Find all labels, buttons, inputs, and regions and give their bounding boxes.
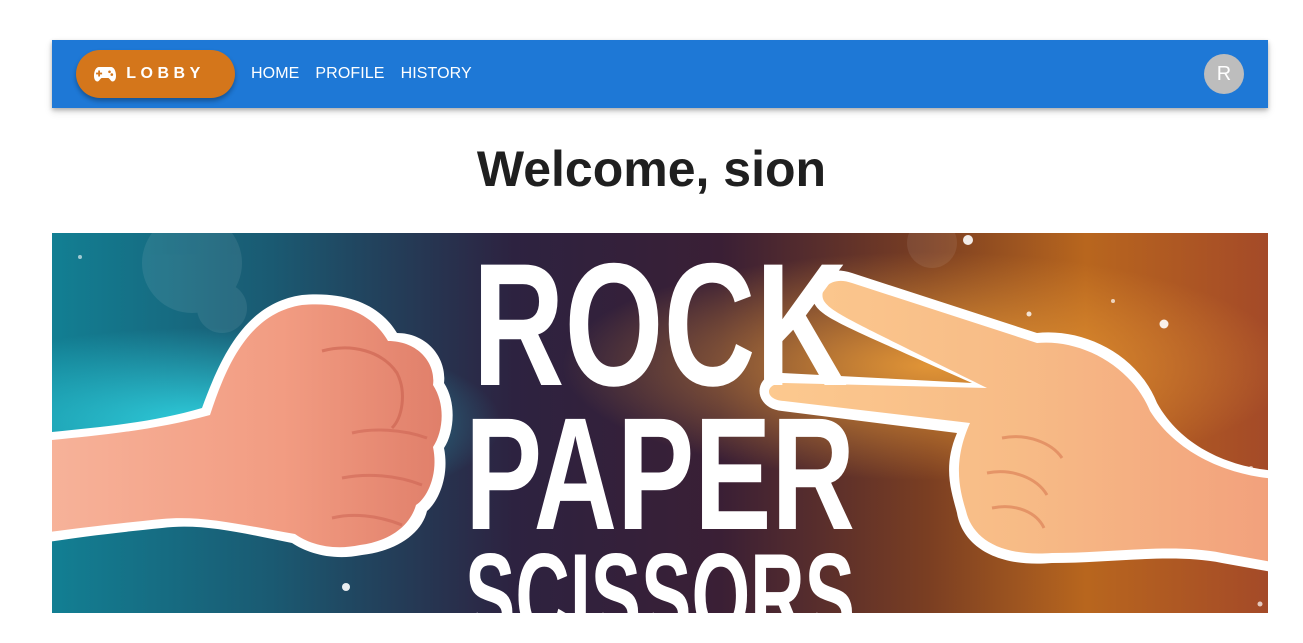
lobby-label: LOBBY (126, 65, 205, 82)
welcome-heading: Welcome, sion (476, 141, 827, 197)
nav-home-link[interactable]: HOME (251, 65, 299, 83)
app-bar: LOBBY HOME PROFILE HISTORY R (52, 40, 1268, 108)
banner-title: ROCK PAPER SCISSORS (465, 233, 855, 613)
banner-illustration: ROCK PAPER SCISSORS (52, 233, 1268, 613)
banner-title-scissors: SCISSORS (465, 529, 855, 613)
nav-history-link[interactable]: HISTORY (401, 65, 472, 83)
user-avatar[interactable]: R (1204, 54, 1244, 94)
nav-profile-link[interactable]: PROFILE (315, 65, 384, 83)
main-nav: HOME PROFILE HISTORY (251, 40, 472, 108)
gamepad-icon (94, 67, 117, 82)
rock-paper-scissors-banner: ROCK PAPER SCISSORS (52, 233, 1268, 613)
lobby-button[interactable]: LOBBY (76, 50, 235, 98)
